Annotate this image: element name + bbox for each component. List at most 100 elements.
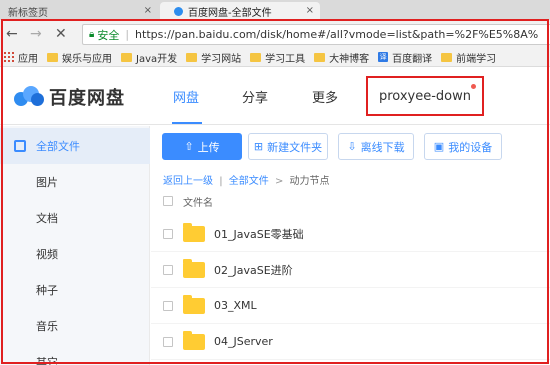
- translate-icon: 译: [378, 52, 389, 62]
- sidebar-item-music[interactable]: 音乐: [0, 308, 150, 344]
- url-text[interactable]: https://pan.baidu.com/disk/home#/all?vmo…: [135, 28, 538, 41]
- folder-icon: [314, 52, 326, 62]
- folder-icon: [47, 52, 58, 62]
- bookmarks-bar: 应用 娱乐与应用 Java开发 学习网站 学习工具 大神博客 译 百度翻译 前端…: [0, 48, 550, 67]
- breadcrumb-back-link[interactable]: 返回上一级: [163, 176, 213, 187]
- sidebar-item-videos[interactable]: 视频: [0, 236, 150, 272]
- forward-arrow-icon[interactable]: →: [30, 26, 42, 42]
- bookmark-folder[interactable]: 学习网站: [186, 50, 241, 65]
- lock-icon: 🔒︎: [89, 29, 95, 40]
- bookmark-translate[interactable]: 译 百度翻译: [378, 50, 432, 65]
- sidebar-item-label: 视频: [36, 248, 58, 261]
- security-label: 安全: [97, 28, 120, 42]
- table-row[interactable]: 04_JServer: [151, 324, 550, 360]
- tab-label: 百度网盘-全部文件: [188, 7, 272, 19]
- proxyee-down-button[interactable]: proxyee-down: [366, 76, 484, 116]
- bookmark-folder[interactable]: Java开发: [121, 50, 177, 65]
- bookmark-label: 娱乐与应用: [62, 53, 112, 65]
- address-separator: |: [125, 28, 130, 41]
- breadcrumb-current: 动力节点: [289, 176, 330, 187]
- bookmark-apps[interactable]: 应用: [4, 50, 38, 65]
- tab-label: 新标签页: [8, 7, 48, 19]
- bookmark-folder[interactable]: 学习工具: [250, 50, 305, 65]
- table-row[interactable]: 03_XML: [151, 288, 550, 324]
- browser-toolbar: ← → ✕ 🔒︎ 安全 | https://pan.baidu.com/disk…: [0, 20, 550, 48]
- file-list-header: 文件名: [151, 190, 550, 212]
- proxyee-down-label: proxyee-down: [378, 88, 471, 104]
- row-checkbox[interactable]: [163, 228, 173, 239]
- sidebar-item-torrents[interactable]: 种子: [0, 272, 150, 308]
- select-all-checkbox[interactable]: [163, 196, 173, 206]
- active-nav-indicator: [172, 122, 202, 124]
- sidebar-item-other[interactable]: 其它: [0, 344, 150, 365]
- close-icon[interactable]: ×: [306, 5, 314, 16]
- file-name[interactable]: 02_JavaSE进阶: [214, 262, 293, 278]
- row-checkbox[interactable]: [163, 264, 173, 275]
- folder-icon: [186, 52, 198, 62]
- file-name[interactable]: 01_JavaSE零基础: [214, 226, 304, 242]
- column-filename[interactable]: 文件名: [183, 194, 213, 209]
- upload-label: 上传: [197, 140, 220, 154]
- new-folder-button[interactable]: ⊞ 新建文件夹: [248, 133, 328, 160]
- row-checkbox[interactable]: [163, 336, 173, 347]
- my-devices-label: 我的设备: [448, 140, 493, 154]
- bookmark-label: 学习网站: [201, 53, 242, 65]
- table-row[interactable]: 01_JavaSE零基础: [151, 216, 550, 252]
- browser-tab-strip: 新标签页 × 百度网盘-全部文件 ×: [0, 0, 550, 20]
- file-name[interactable]: 04_JServer: [214, 335, 273, 348]
- nav-more[interactable]: 更多: [312, 87, 338, 106]
- bookmark-folder[interactable]: 前端学习: [441, 50, 496, 65]
- logo-text: 百度网盘: [49, 88, 125, 109]
- bookmark-folder[interactable]: 娱乐与应用: [47, 50, 112, 65]
- bookmark-label: 学习工具: [265, 53, 306, 65]
- sidebar-item-label: 种子: [36, 284, 58, 297]
- table-row[interactable]: 02_JavaSE进阶: [151, 252, 550, 288]
- download-icon: ⇩: [347, 140, 357, 153]
- folder-icon: [183, 222, 205, 242]
- sidebar-item-documents[interactable]: 文档: [0, 200, 150, 236]
- close-icon[interactable]: ×: [144, 5, 152, 16]
- breadcrumb-arrow: >: [274, 176, 284, 187]
- address-bar[interactable]: 🔒︎ 安全 | https://pan.baidu.com/disk/home#…: [82, 24, 550, 45]
- folder-icon: [183, 258, 205, 278]
- all-files-icon: [14, 140, 26, 152]
- folder-icon: [183, 294, 205, 314]
- my-devices-button[interactable]: ▣ 我的设备: [424, 133, 502, 160]
- upload-button[interactable]: ⇧ 上传: [162, 133, 242, 160]
- file-browser: ⇧ 上传 ⊞ 新建文件夹 ⇩ 离线下载 ▣ 我的设备 返回上一级 | 全部文件 …: [151, 126, 550, 365]
- new-folder-icon: ⊞: [253, 140, 264, 153]
- back-arrow-icon[interactable]: ←: [6, 26, 18, 42]
- folder-icon: [441, 52, 453, 62]
- sidebar: 全部文件 图片 文档 视频 种子 音乐 其它: [0, 126, 150, 365]
- bookmark-label: 大神博客: [329, 53, 370, 65]
- app-header: 百度网盘 网盘 分享 更多 proxyee-down: [0, 68, 550, 125]
- tab-baidu-pan[interactable]: 百度网盘-全部文件 ×: [160, 2, 320, 20]
- sidebar-item-images[interactable]: 图片: [0, 164, 150, 200]
- bookmark-label: 前端学习: [456, 53, 497, 65]
- folder-icon: [121, 52, 132, 62]
- bookmark-label: Java开发: [136, 53, 178, 65]
- folder-icon: [250, 52, 262, 62]
- nav-wangpan[interactable]: 网盘: [173, 87, 199, 106]
- baidu-pan-logo[interactable]: 百度网盘: [14, 84, 125, 110]
- notification-dot: [471, 84, 476, 89]
- sidebar-item-label: 音乐: [36, 320, 58, 333]
- new-folder-label: 新建文件夹: [267, 140, 323, 154]
- baidu-pan-favicon-icon: [174, 6, 183, 16]
- file-name[interactable]: 03_XML: [214, 299, 257, 312]
- folder-icon: [183, 330, 205, 350]
- bookmark-folder[interactable]: 大神博客: [314, 50, 369, 65]
- cloud-logo-icon: [14, 86, 44, 108]
- offline-download-label: 离线下载: [360, 140, 405, 154]
- sidebar-item-all-files[interactable]: 全部文件: [0, 128, 150, 164]
- sidebar-item-label: 其它: [36, 356, 58, 365]
- sidebar-item-label: 全部文件: [36, 140, 80, 153]
- row-checkbox[interactable]: [163, 300, 173, 311]
- nav-share[interactable]: 分享: [242, 87, 268, 106]
- device-icon: ▣: [433, 140, 445, 153]
- offline-download-button[interactable]: ⇩ 离线下载: [338, 133, 414, 160]
- reload-icon[interactable]: ✕: [55, 26, 67, 42]
- breadcrumb-root-link[interactable]: 全部文件: [229, 176, 269, 187]
- tab-new-tab[interactable]: 新标签页 ×: [0, 2, 158, 20]
- bookmark-label: 百度翻译: [392, 53, 433, 65]
